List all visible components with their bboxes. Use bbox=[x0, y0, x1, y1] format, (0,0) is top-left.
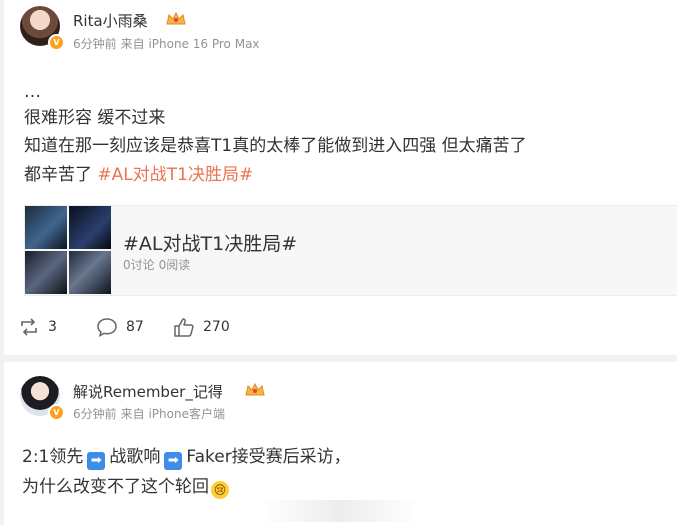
watermark-fade bbox=[260, 500, 420, 522]
verified-badge-icon: V bbox=[48, 404, 65, 421]
post-text-line: 很难形容 缓不过来 bbox=[24, 108, 166, 128]
arrow-right-icon: ➡ bbox=[87, 452, 106, 470]
thumbnail-image bbox=[25, 206, 67, 249]
post-time[interactable]: 6分钟前 bbox=[73, 37, 117, 51]
post-text-segment: 2:1领先 bbox=[22, 447, 84, 467]
author-name[interactable]: Rita小雨桑 bbox=[73, 10, 148, 31]
post-meta: 6分钟前 来自 iPhone客户端 bbox=[73, 405, 225, 422]
like-button[interactable]: 270 bbox=[173, 315, 230, 339]
comment-icon bbox=[97, 318, 117, 337]
post-text-segment: 战歌响 bbox=[109, 447, 161, 467]
repost-count: 3 bbox=[48, 319, 57, 335]
post-text-line: 为什么改变不了这个轮回 😢 bbox=[22, 474, 229, 500]
read-count: 0阅读 bbox=[158, 258, 191, 272]
author-name[interactable]: 解说Remember_记得 bbox=[73, 381, 223, 402]
post-source: 来自 iPhone客户端 bbox=[120, 407, 225, 421]
topic-link[interactable]: #AL对战T1决胜局# bbox=[97, 165, 253, 185]
post-text-segment: Faker接受赛后采访， bbox=[186, 447, 351, 467]
verified-badge-icon: V bbox=[48, 34, 65, 51]
post-text-line: 知道在那一刻应该是恭喜T1真的太棒了能做到进入四强 但太痛苦了 bbox=[24, 136, 527, 156]
crown-icon bbox=[245, 382, 265, 396]
comment-button[interactable]: 87 bbox=[96, 315, 144, 339]
post-text-line: … bbox=[24, 82, 41, 102]
discuss-count: 0讨论 bbox=[123, 258, 155, 272]
comment-count: 87 bbox=[126, 319, 144, 335]
crown-icon bbox=[166, 11, 186, 25]
repost-button[interactable]: 3 bbox=[18, 315, 57, 339]
like-count: 270 bbox=[203, 319, 230, 335]
post-time[interactable]: 6分钟前 bbox=[73, 407, 117, 421]
like-icon bbox=[174, 318, 194, 337]
topic-thumbnail bbox=[25, 206, 111, 294]
topic-card[interactable]: #AL对战T1决胜局# 0讨论 0阅读 bbox=[24, 205, 677, 296]
post-source: 来自 iPhone 16 Pro Max bbox=[120, 37, 260, 51]
thumbnail-image bbox=[69, 251, 111, 294]
post-text-line: 都辛苦了 #AL对战T1决胜局# bbox=[24, 162, 253, 188]
topic-card-title: #AL对战T1决胜局# bbox=[123, 233, 298, 255]
arrow-right-icon: ➡ bbox=[164, 452, 183, 470]
topic-card-stats: 0讨论 0阅读 bbox=[123, 256, 190, 273]
post-text-line: 2:1领先 ➡ 战歌响 ➡ Faker接受赛后采访， bbox=[22, 444, 351, 470]
post-text-segment: 都辛苦了 bbox=[24, 165, 92, 185]
thumbnail-image bbox=[25, 251, 67, 294]
post-meta: 6分钟前 来自 iPhone 16 Pro Max bbox=[73, 35, 260, 52]
thumbnail-image bbox=[69, 206, 111, 249]
repost-icon bbox=[21, 318, 37, 336]
crying-emoji-icon: 😢 bbox=[211, 481, 229, 499]
post-text-segment: 为什么改变不了这个轮回 bbox=[22, 477, 209, 497]
